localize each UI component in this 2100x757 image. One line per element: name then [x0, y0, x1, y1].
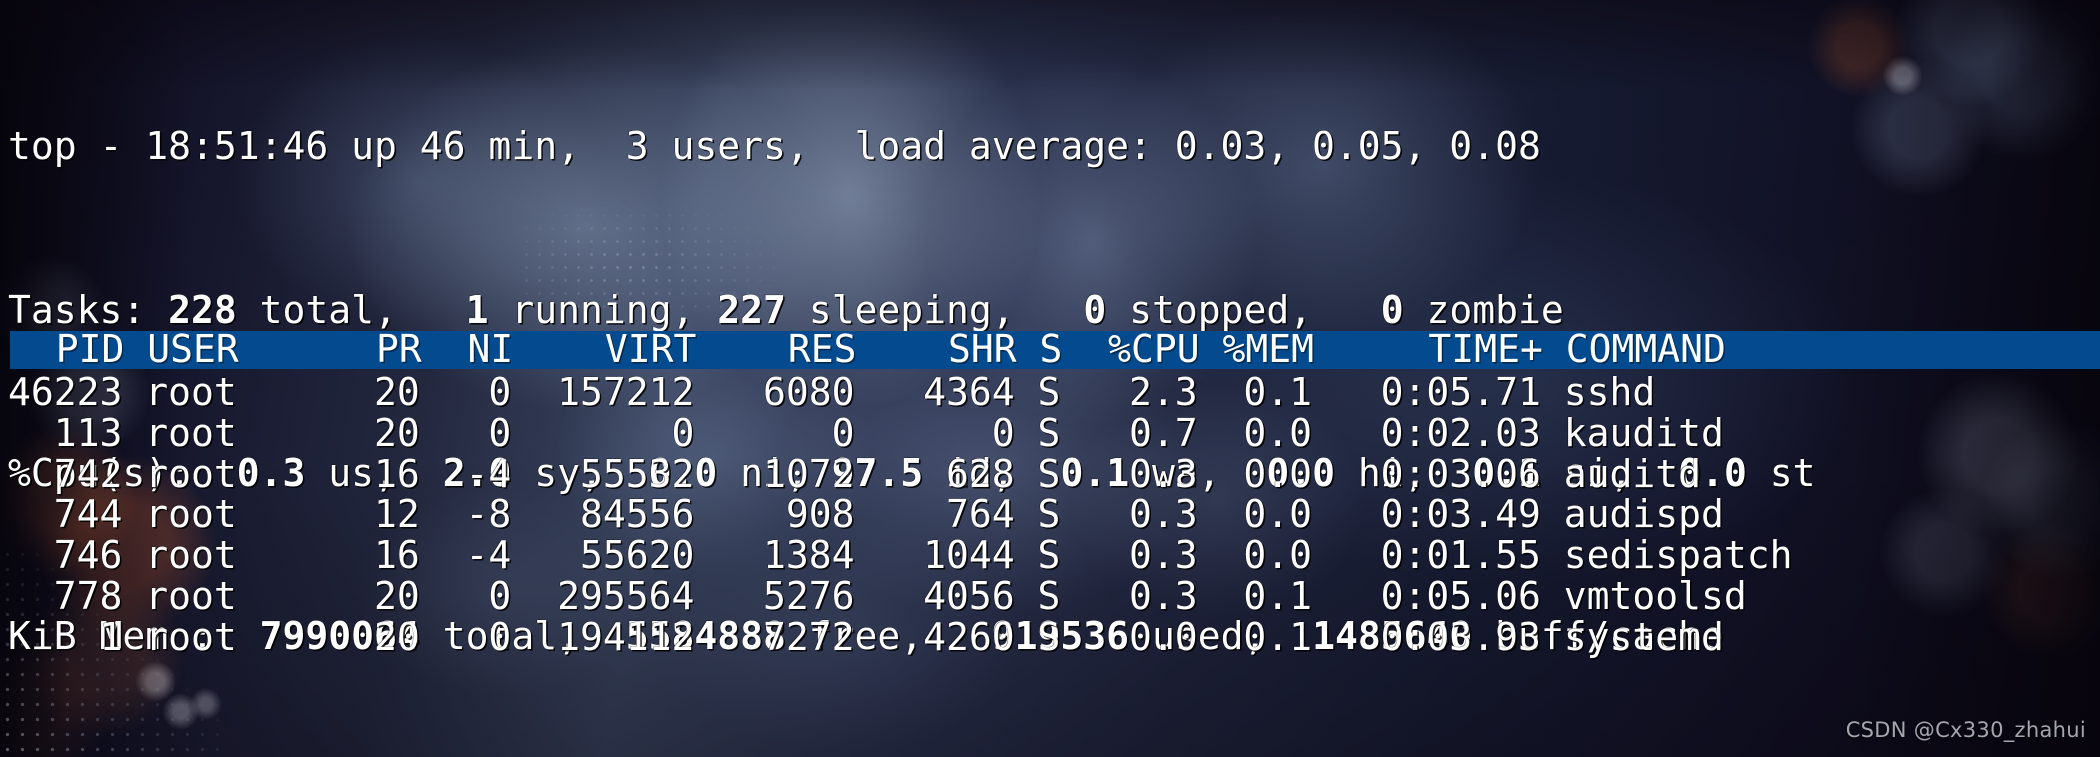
tasks-sleeping-value: 227 [717, 287, 786, 332]
tasks-running-label: running, [488, 287, 718, 332]
tasks-stopped-label: stopped, [1106, 287, 1381, 332]
process-table-header-bar: PID USER PR NI VIRT RES SHR S %CPU %MEM … [10, 327, 2100, 371]
table-row[interactable]: 742 root 16 -4 55532 1072 628 S 0.3 0.0 … [8, 453, 1792, 495]
summary-line-uptime: top - 18:51:46 up 46 min, 3 users, load … [8, 126, 2100, 167]
table-row[interactable]: 1 root 20 0 194112 7272 4260 S 0.0 0.1 0… [8, 616, 1792, 658]
tasks-running-value: 1 [465, 287, 489, 332]
table-row[interactable]: 746 root 16 -4 55620 1384 1044 S 0.3 0.0… [8, 535, 1793, 576]
tasks-total-label: total, [236, 287, 466, 332]
table-row[interactable]: 46223 root 20 0 157212 6080 4364 S 2.3 0… [8, 372, 1792, 413]
uptime-text: top - 18:51:46 up 46 min, 3 users, load … [8, 124, 1541, 169]
table-row[interactable]: 778 root 20 0 295564 5276 4056 S 0.3 0.1… [8, 576, 1792, 617]
tasks-label: Tasks: [8, 287, 169, 332]
tasks-stopped-value: 0 [1083, 287, 1107, 332]
table-row[interactable]: 744 root 12 -8 84556 908 764 S 0.3 0.0 0… [8, 494, 1792, 535]
csdn-watermark: CSDN @Cx330_zhahui [1845, 718, 2086, 743]
process-table-header-text: PID USER PR NI VIRT RES SHR S %CPU %MEM … [10, 327, 1726, 371]
table-row[interactable]: 113 root 20 0 0 0 0 S 0.7 0.0 0:02.03 ka… [8, 412, 1792, 454]
tasks-zombie-value: 0 [1380, 287, 1404, 332]
tasks-zombie-label: zombie [1403, 287, 1564, 332]
top-terminal-window: top - 18:51:46 up 46 min, 3 users, load … [0, 0, 2100, 757]
summary-line-tasks: Tasks: 228 total, 1 running, 227 sleepin… [8, 287, 2100, 332]
process-table-body: 46223 root 20 0 157212 6080 4364 S 2.3 0… [8, 372, 1792, 658]
tasks-total-value: 228 [168, 287, 237, 332]
tasks-sleeping-label: sleeping, [785, 287, 1084, 332]
